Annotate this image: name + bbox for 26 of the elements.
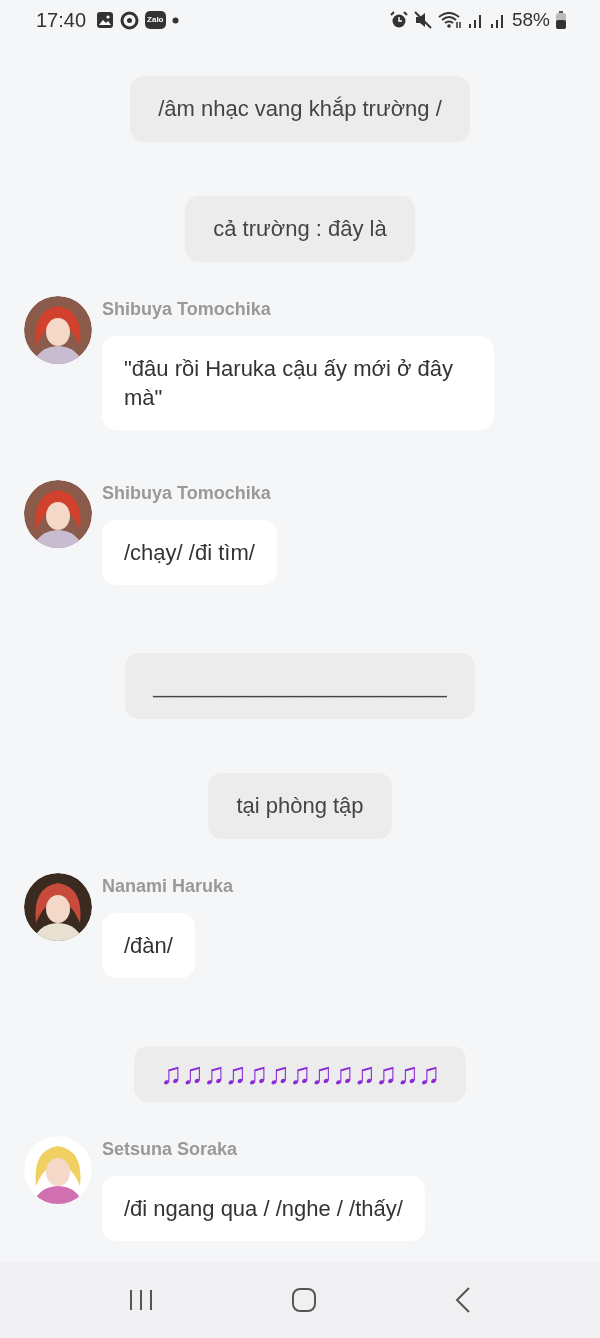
sender-name: Shibuya Tomochika [102,483,271,504]
narration-bubble: /âm nhạc vang khắp trường / [130,76,470,142]
status-time: 17:40 [36,8,87,32]
image-icon [96,11,115,29]
alarm-icon [389,11,408,29]
app-badge: Zalo [145,11,166,29]
battery-icon [556,11,566,29]
recent-apps-icon[interactable] [128,1288,155,1312]
sender-name: Setsuna Soraka [102,1139,238,1160]
message-bubble: "đâu rồi Haruka cậu ấy mới ở đây mà" [102,336,494,430]
narration-bubble: cả trường : đây là [185,196,415,262]
sender-name: Shibuya Tomochika [102,299,271,320]
home-icon[interactable] [291,1287,317,1313]
ring-icon [120,10,140,30]
narration-bubble: tại phòng tập [208,773,392,839]
sender-name: Nanami Haruka [102,876,234,897]
dot-icon [171,16,179,24]
narration-bubble: ________________________ [125,653,475,719]
message-bubble: /đi ngang qua / /nghe / /thấy/ [102,1176,425,1241]
wifi-icon [437,11,462,29]
message-bubble: /chạy/ /đi tìm/ [102,520,277,585]
back-icon[interactable] [453,1286,472,1314]
music-notes-bubble: ♫♫♫♫♫♫♫♫♫♫♫♫♫ [134,1046,466,1102]
battery-percent: 58% [511,9,550,31]
message-bubble: /đàn/ [102,913,195,978]
mute-icon [413,11,432,29]
